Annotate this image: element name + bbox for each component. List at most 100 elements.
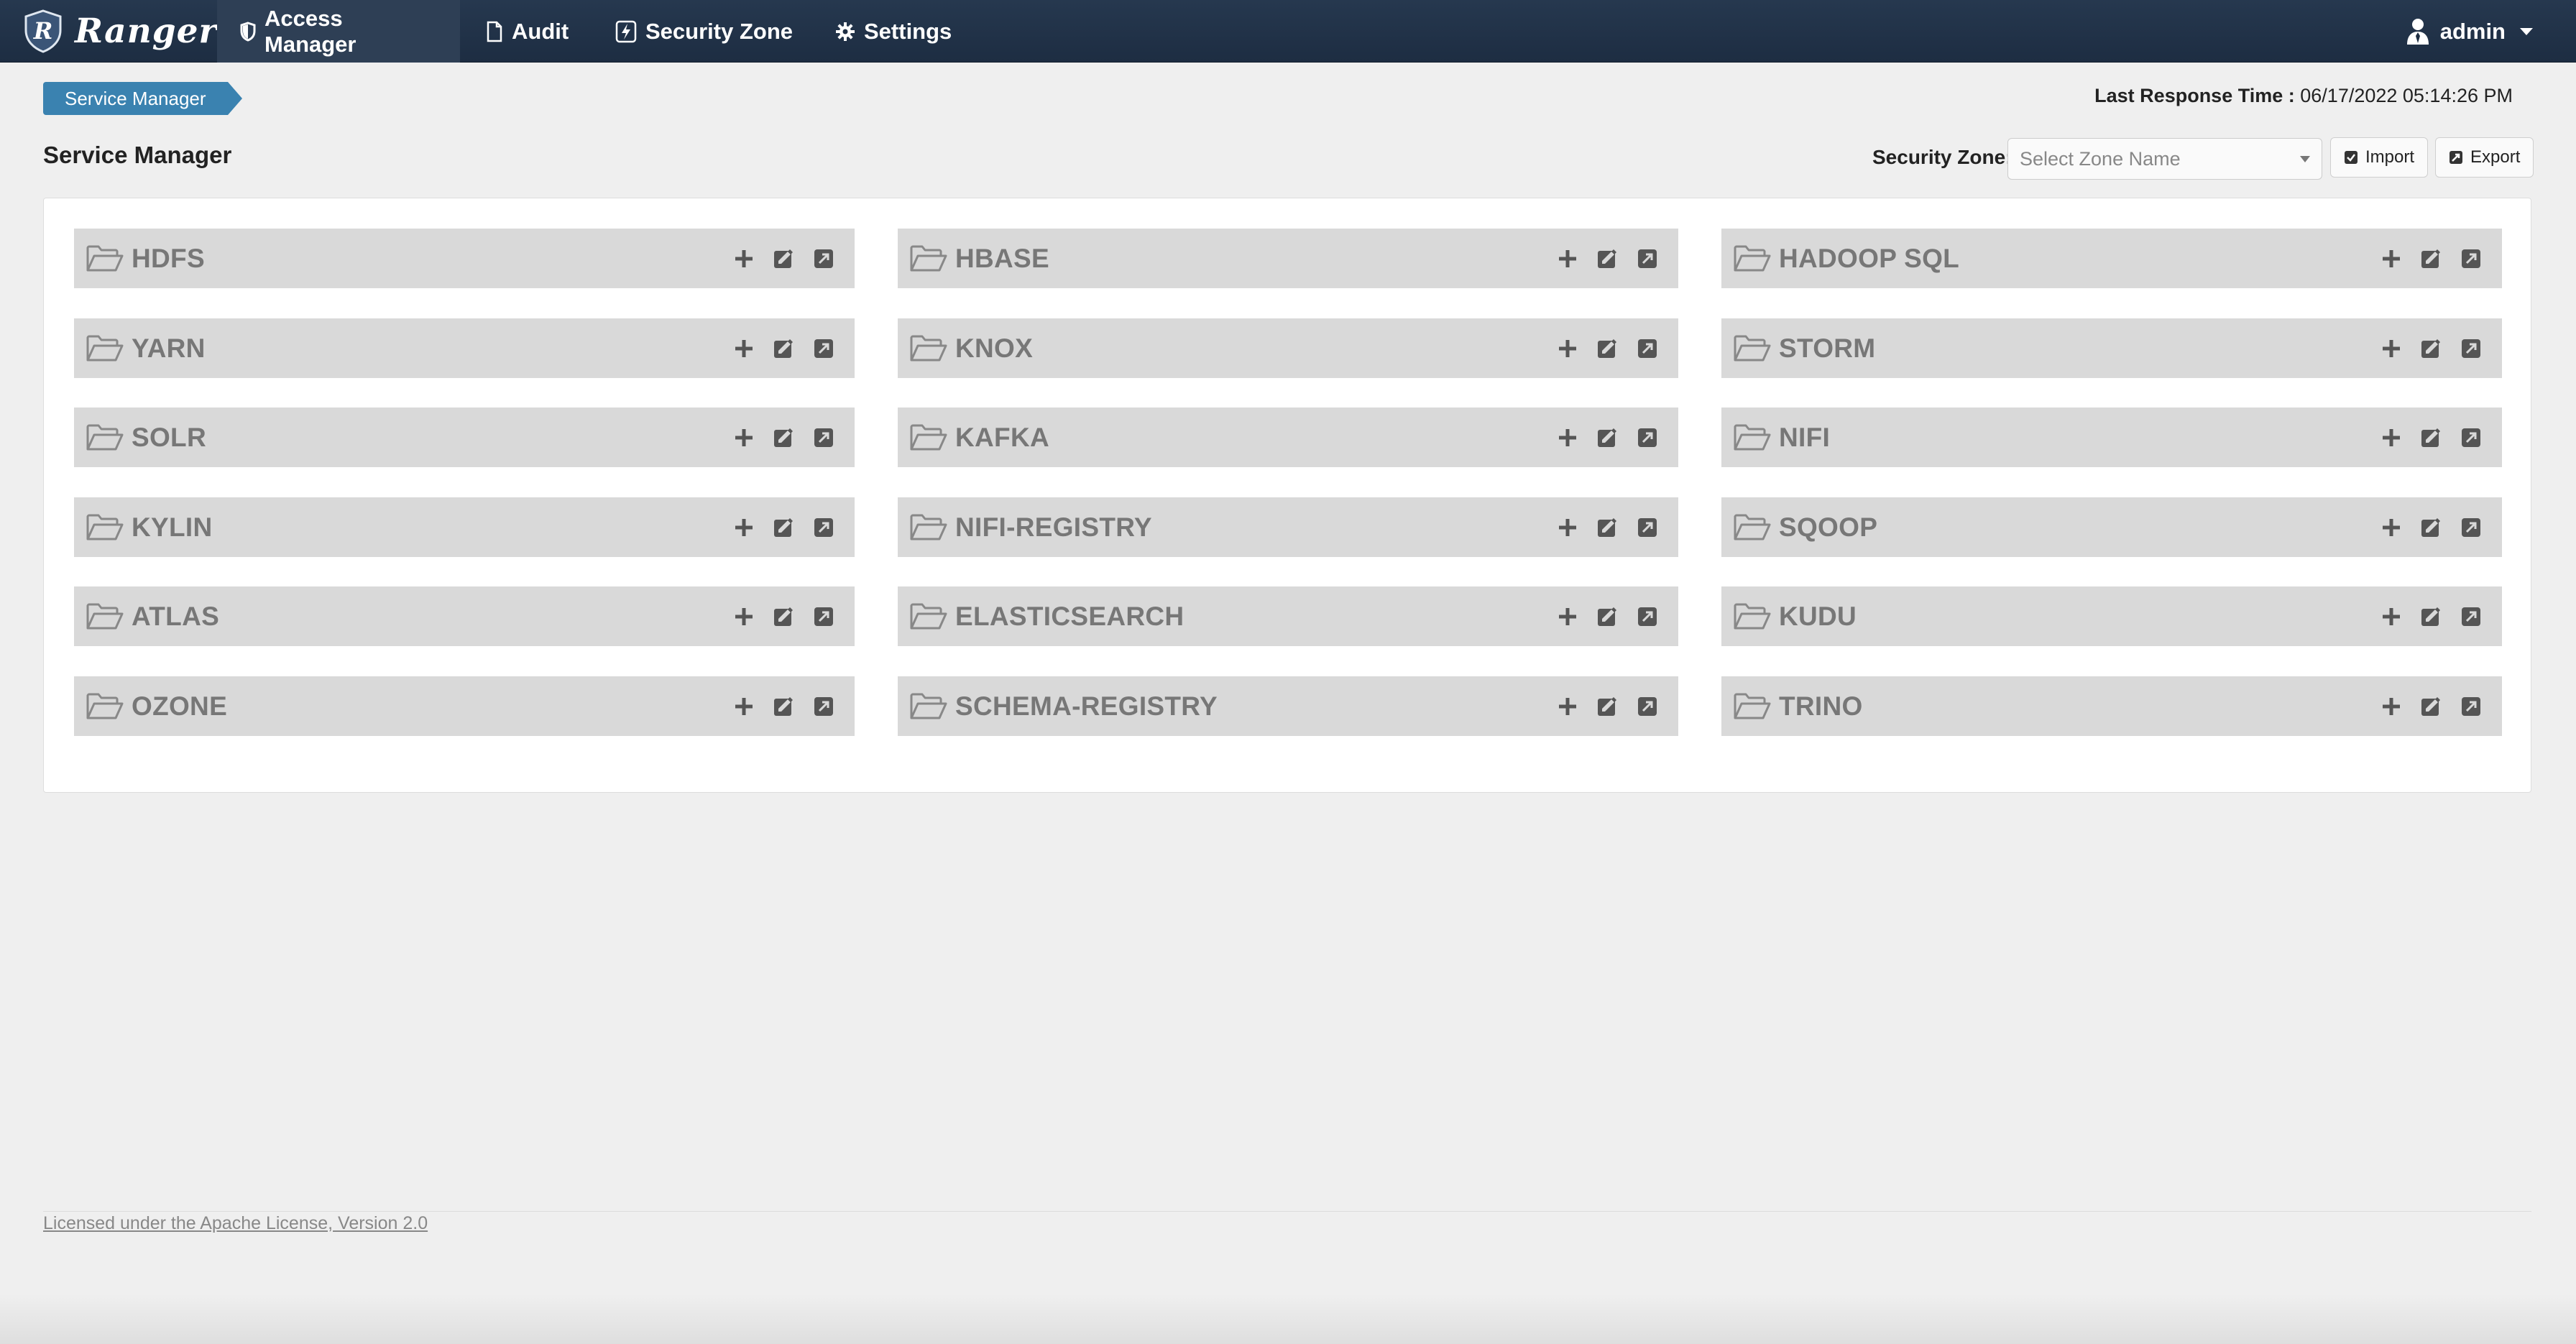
edit-icon[interactable] <box>773 517 794 538</box>
external-link-icon[interactable] <box>2460 338 2482 359</box>
plus-icon[interactable] <box>1558 607 1578 627</box>
external-link-icon[interactable] <box>813 338 834 359</box>
external-link-icon[interactable] <box>813 696 834 717</box>
service-tile-kudu[interactable]: KUDU <box>1721 586 2502 646</box>
edit-icon[interactable] <box>1596 517 1618 538</box>
edit-icon[interactable] <box>773 696 794 717</box>
nav-security-zone[interactable]: Security Zone <box>592 0 816 63</box>
external-link-icon[interactable] <box>1637 248 1658 270</box>
edit-icon[interactable] <box>2420 248 2442 270</box>
service-tile-storm[interactable]: STORM <box>1721 318 2502 378</box>
plus-icon[interactable] <box>1558 428 1578 448</box>
edit-icon[interactable] <box>773 248 794 270</box>
service-tile-schema-registry[interactable]: SCHEMA-REGISTRY <box>898 676 1678 736</box>
edit-icon[interactable] <box>2420 517 2442 538</box>
edit-icon[interactable] <box>1596 696 1618 717</box>
footer-license-link[interactable]: Licensed under the Apache License, Versi… <box>43 1213 428 1234</box>
service-tile-yarn[interactable]: YARN <box>74 318 855 378</box>
external-link-icon[interactable] <box>813 606 834 627</box>
plus-icon[interactable] <box>734 339 754 359</box>
edit-icon[interactable] <box>2420 696 2442 717</box>
plus-icon[interactable] <box>2381 339 2401 359</box>
edit-icon[interactable] <box>1596 606 1618 627</box>
external-link-icon[interactable] <box>2460 517 2482 538</box>
service-tile-kafka[interactable]: KAFKA <box>898 408 1678 467</box>
external-link-icon[interactable] <box>1637 517 1658 538</box>
external-link-icon[interactable] <box>1637 696 1658 717</box>
service-tile-solr[interactable]: SOLR <box>74 408 855 467</box>
service-tile-hbase[interactable]: HBASE <box>898 229 1678 288</box>
service-name: YARN <box>132 333 206 363</box>
external-link-icon[interactable] <box>813 248 834 270</box>
edit-icon[interactable] <box>2420 338 2442 359</box>
external-link-icon[interactable] <box>1637 338 1658 359</box>
plus-icon[interactable] <box>2381 428 2401 448</box>
external-link-icon[interactable] <box>2460 248 2482 270</box>
service-name: SCHEMA-REGISTRY <box>955 691 1218 721</box>
service-actions <box>1558 338 1658 359</box>
edit-icon[interactable] <box>773 427 794 448</box>
external-link-icon[interactable] <box>2460 696 2482 717</box>
last-response-label: Last Response Time : <box>2094 85 2295 106</box>
service-tile-knox[interactable]: KNOX <box>898 318 1678 378</box>
external-link-icon[interactable] <box>1637 606 1658 627</box>
ranger-logo-icon: R <box>24 9 62 53</box>
breadcrumb-service-manager[interactable]: Service Manager <box>43 82 242 115</box>
service-tile-hadoop-sql[interactable]: HADOOP SQL <box>1721 229 2502 288</box>
service-name: HBASE <box>955 243 1050 273</box>
folder-open-icon <box>1734 335 1771 361</box>
service-tile-kylin[interactable]: KYLIN <box>74 497 855 557</box>
service-tile-sqoop[interactable]: SQOOP <box>1721 497 2502 557</box>
external-link-icon[interactable] <box>813 517 834 538</box>
security-zone-select[interactable]: Select Zone Name <box>2007 138 2322 180</box>
edit-icon[interactable] <box>773 606 794 627</box>
folder-open-icon <box>910 693 947 719</box>
external-link-icon[interactable] <box>813 427 834 448</box>
plus-icon[interactable] <box>1558 249 1578 269</box>
import-button-label: Import <box>2365 147 2415 167</box>
brand[interactable]: R Ranger <box>22 7 217 55</box>
service-tile-trino[interactable]: TRINO <box>1721 676 2502 736</box>
nav-settings[interactable]: Settings <box>812 0 975 63</box>
plus-icon[interactable] <box>734 607 754 627</box>
service-tile-hdfs[interactable]: HDFS <box>74 229 855 288</box>
service-tile-nifi-registry[interactable]: NIFI-REGISTRY <box>898 497 1678 557</box>
plus-icon[interactable] <box>734 249 754 269</box>
plus-icon[interactable] <box>1558 339 1578 359</box>
plus-icon[interactable] <box>1558 696 1578 717</box>
edit-icon[interactable] <box>2420 606 2442 627</box>
edit-icon[interactable] <box>1596 427 1618 448</box>
plus-icon[interactable] <box>2381 517 2401 538</box>
service-tile-atlas[interactable]: ATLAS <box>74 586 855 646</box>
plus-icon[interactable] <box>2381 696 2401 717</box>
plus-icon[interactable] <box>734 428 754 448</box>
service-tile-ozone[interactable]: OZONE <box>74 676 855 736</box>
nav-audit[interactable]: Audit <box>463 0 592 63</box>
edit-icon[interactable] <box>1596 248 1618 270</box>
plus-icon[interactable] <box>2381 607 2401 627</box>
import-icon <box>2345 151 2358 164</box>
folder-open-icon <box>86 514 124 540</box>
service-tile-elasticsearch[interactable]: ELASTICSEARCH <box>898 586 1678 646</box>
plus-icon[interactable] <box>734 696 754 717</box>
external-link-icon[interactable] <box>1637 427 1658 448</box>
export-button[interactable]: Export <box>2435 137 2534 178</box>
service-actions <box>734 427 834 448</box>
user-menu-label: admin <box>2439 18 2506 44</box>
edit-icon[interactable] <box>773 338 794 359</box>
service-tile-nifi[interactable]: NIFI <box>1721 408 2502 467</box>
external-link-icon[interactable] <box>2460 606 2482 627</box>
plus-icon[interactable] <box>734 517 754 538</box>
user-menu[interactable]: admin <box>2406 0 2533 63</box>
folder-open-icon <box>1734 245 1771 271</box>
edit-icon[interactable] <box>2420 427 2442 448</box>
nav-access-manager[interactable]: Access Manager <box>217 0 460 63</box>
plus-icon[interactable] <box>2381 249 2401 269</box>
import-button[interactable]: Import <box>2330 137 2429 178</box>
service-name: ATLAS <box>132 601 220 631</box>
shield-icon <box>240 21 256 42</box>
external-link-icon[interactable] <box>2460 427 2482 448</box>
edit-icon[interactable] <box>1596 338 1618 359</box>
folder-open-icon <box>1734 424 1771 450</box>
plus-icon[interactable] <box>1558 517 1578 538</box>
